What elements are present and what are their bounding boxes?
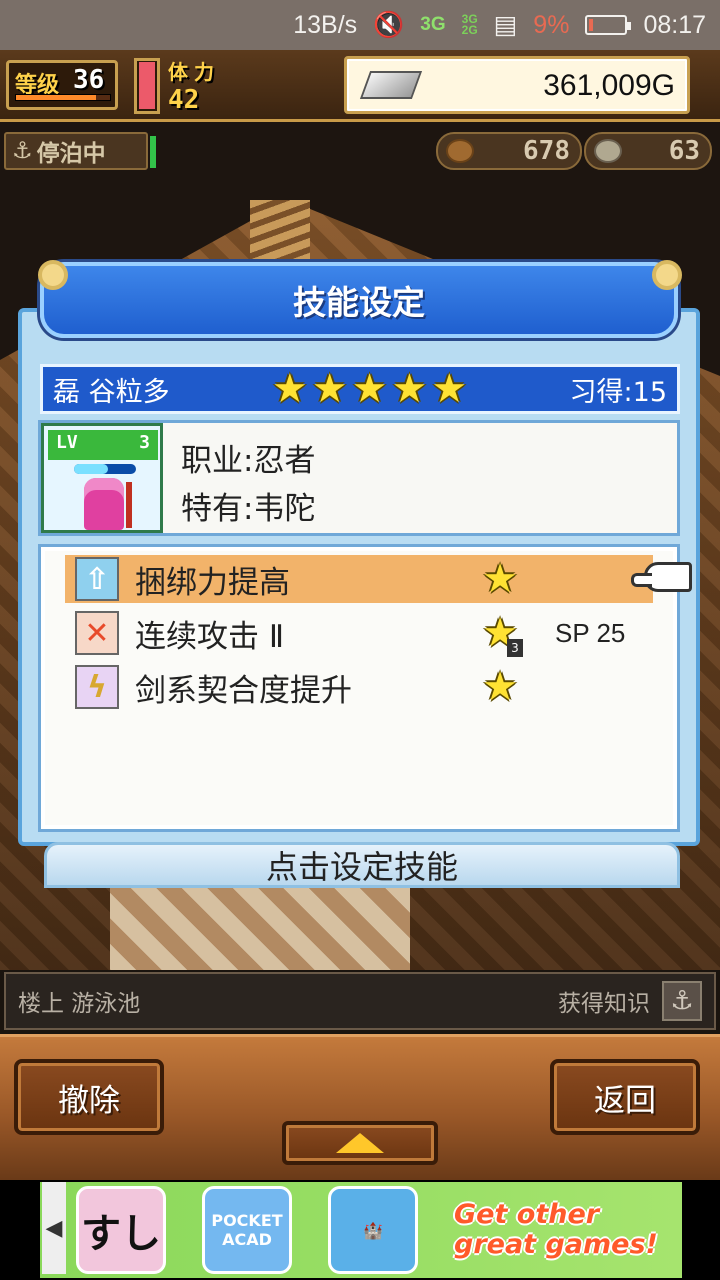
up-arrow-icon: ⇧ xyxy=(75,557,119,601)
docked-label: 停泊中 xyxy=(36,141,106,167)
ad-app-sushi[interactable]: すし xyxy=(76,1186,166,1274)
skill-star: ★ xyxy=(475,559,525,599)
net-speed: 13B/s xyxy=(293,10,358,39)
pointer-hand-icon xyxy=(631,562,692,592)
gold-stat: 63 xyxy=(584,132,712,170)
ad-app-castle[interactable]: 🏰 xyxy=(328,1186,418,1274)
character-job: 职业:忍者 xyxy=(181,443,316,479)
coin-icon xyxy=(594,139,622,163)
character-info: 职业:忍者 特有:韦陀 xyxy=(181,437,315,533)
skill-row[interactable]: ⇧ 捆绑力提高 ★ xyxy=(65,555,653,603)
level-box: 等级 36 xyxy=(6,60,118,110)
signal-icon: 3G 2G xyxy=(461,12,478,37)
mute-icon: 🔇 xyxy=(373,10,405,39)
top-hud: 等级 36 体力 42 361,009G xyxy=(0,50,720,122)
money-box: 361,009G xyxy=(344,56,690,114)
back-button[interactable]: 返回 xyxy=(550,1059,700,1135)
silver-bar-icon xyxy=(359,71,423,99)
stamina-value: 42 xyxy=(168,85,200,115)
food-stat: 678 xyxy=(436,132,582,170)
money-value: 361,009G xyxy=(543,69,675,102)
battery-icon xyxy=(585,15,632,35)
skill-row[interactable]: ϟ 剑系契合度提升 ★ xyxy=(65,663,653,711)
skill-list: ⇧ 捆绑力提高 ★ ✕ 连续攻击 Ⅱ ★ 3 SP 25 ϟ 剑系契合度提升 ★ xyxy=(38,544,680,832)
skill-star: ★ 3 xyxy=(475,613,525,657)
star-icon: ★ xyxy=(271,366,308,412)
anchor-button[interactable]: ⚓ xyxy=(662,981,702,1021)
set-skill-button[interactable]: 点击设定技能 xyxy=(44,842,680,888)
gold-stat-value: 63 xyxy=(668,136,700,166)
skill-star: ★ xyxy=(475,667,525,707)
sim-icon: ▤ xyxy=(493,11,518,39)
knowledge-label: 获得知识 xyxy=(558,991,650,1017)
ninja-sprite xyxy=(84,478,124,530)
clock: 08:17 xyxy=(643,10,706,39)
xp-bar xyxy=(74,464,136,474)
ad-prev-button[interactable]: ◀ xyxy=(42,1182,66,1274)
up-arrow-icon xyxy=(336,1133,384,1153)
secondary-hud: ⚓ 停泊中 678 63 xyxy=(0,128,720,174)
star-icon: ★ xyxy=(311,366,348,412)
learned-count: 习得:15 xyxy=(569,376,667,408)
character-name: 磊 谷粒多 xyxy=(53,376,170,408)
bottom-bar: 撤除 返回 xyxy=(0,1034,720,1180)
docked-status[interactable]: ⚓ 停泊中 xyxy=(4,132,148,170)
level-progress-bar xyxy=(15,94,111,101)
weapon-sprite xyxy=(126,482,132,528)
remove-button[interactable]: 撤除 xyxy=(14,1059,164,1135)
battery-percent: 9% xyxy=(533,10,570,39)
ad-text[interactable]: Get other great games! xyxy=(454,1200,658,1260)
anchor-icon: ⚓ xyxy=(12,138,33,164)
star-icon: ★ xyxy=(482,556,518,602)
food-value: 678 xyxy=(523,136,570,166)
network-3g-label: 3G xyxy=(420,14,446,35)
chevron-left-icon: ◀ xyxy=(45,1215,63,1241)
ad-content[interactable]: すし POCKET ACAD 🏰 Get other great games! xyxy=(40,1182,682,1278)
stamina-box: 体力 42 xyxy=(168,56,338,116)
stamina-label: 体力 xyxy=(168,60,220,84)
character-panel: LV 3 职业:忍者 特有:韦陀 xyxy=(38,420,680,536)
skill-star-badge: 3 xyxy=(507,639,523,657)
ad-banner[interactable]: すし POCKET ACAD 🏰 Get other great games! xyxy=(0,1180,720,1280)
character-portrait: LV 3 xyxy=(41,423,163,533)
star-icon: ★ xyxy=(391,366,428,412)
docked-indicator xyxy=(150,136,156,168)
status-bar: 13B/s 🔇 3G 3G 2G ▤ 9% 08:17 xyxy=(0,0,720,50)
stamina-gauge xyxy=(134,58,160,114)
star-icon: ★ xyxy=(431,366,468,412)
location-bar: 楼上 游泳池 获得知识 ⚓ xyxy=(4,972,716,1030)
anchor-icon: ⚓ xyxy=(670,986,694,1016)
character-rating: ★ ★ ★ ★ ★ xyxy=(170,369,570,409)
character-header: 磊 谷粒多 ★ ★ ★ ★ ★ 习得:15 xyxy=(40,364,680,414)
skill-name: 连续攻击 Ⅱ xyxy=(135,618,285,655)
dialog-titlebar: 技能设定 xyxy=(40,262,678,338)
expand-button[interactable] xyxy=(282,1121,438,1165)
lightning-icon: ϟ xyxy=(75,665,119,709)
skill-name: 剑系契合度提升 xyxy=(135,672,352,709)
corner-ornament-icon xyxy=(38,260,68,290)
level-tag: LV 3 xyxy=(48,430,158,460)
corner-ornament-icon xyxy=(652,260,682,290)
crossed-swords-icon: ✕ xyxy=(75,611,119,655)
dialog-title: 技能设定 xyxy=(293,283,425,322)
star-icon: ★ xyxy=(351,366,388,412)
skill-name: 捆绑力提高 xyxy=(135,564,290,601)
character-unique: 特有:韦陀 xyxy=(181,491,316,527)
ad-app-academy[interactable]: POCKET ACAD xyxy=(202,1186,292,1274)
star-icon: ★ xyxy=(482,664,518,710)
food-icon xyxy=(446,139,474,163)
level-value: 36 xyxy=(73,65,105,95)
skill-sp-cost: SP 25 xyxy=(555,617,626,648)
location-text: 楼上 游泳池 xyxy=(18,991,141,1017)
skill-row[interactable]: ✕ 连续攻击 Ⅱ ★ 3 SP 25 xyxy=(65,609,653,657)
castle-icon: 🏰 xyxy=(363,1220,383,1240)
